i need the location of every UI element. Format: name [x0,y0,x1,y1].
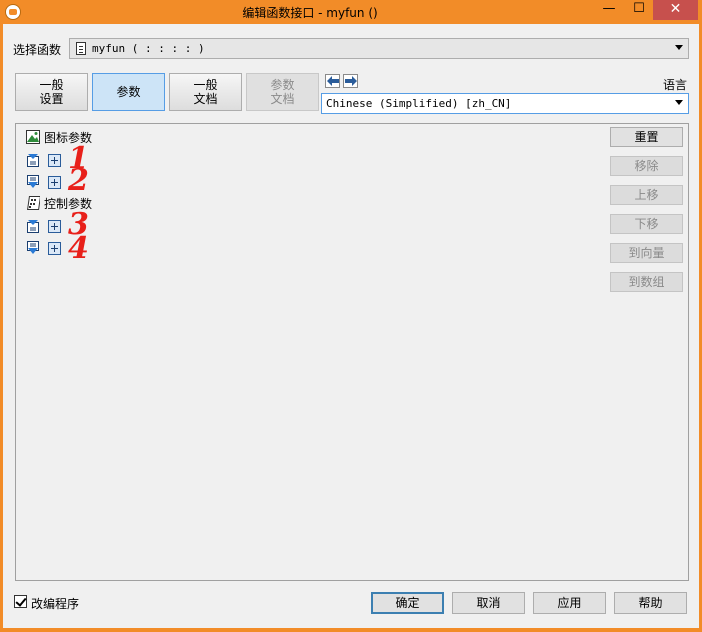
minimize-button[interactable]: — [596,0,622,20]
tab-general-docs-label: 一般 文档 [193,78,218,106]
tree-item-output-control[interactable] [26,239,61,257]
tab-parameters-label: 参数 [116,85,141,99]
tab-general-settings[interactable]: 一般 设置 [15,73,88,111]
to-array-button[interactable]: 到数组 [610,272,683,292]
ok-button[interactable]: 确定 [371,592,444,614]
move-up-button[interactable]: 上移 [610,185,683,205]
parameters-panel: 图标参数 控制参数 1 2 3 4 重置 移除 上移 下移 到向量 到数组 [15,123,689,581]
tree-item-input-control[interactable] [26,217,61,235]
chevron-down-icon[interactable] [675,45,683,50]
add-parameter-icon[interactable] [48,153,61,167]
iconic-parameter-icon [26,130,40,144]
annotation-number: 4 [68,231,89,266]
remove-button[interactable]: 移除 [610,156,683,176]
to-vector-button[interactable]: 到向量 [610,243,683,263]
output-parameter-icon [26,175,40,189]
tab-general-settings-label: 一般 设置 [39,78,64,106]
add-parameter-icon[interactable] [48,241,61,255]
function-select-dropdown[interactable]: myfun ( : : : : ) [69,38,689,59]
dialog-client-area: 选择函数 myfun ( : : : : ) 一般 设置 参数 一般 文档 参数… [3,24,699,628]
language-value: Chinese (Simplified) [zh_CN] [326,97,512,110]
window-title: 编辑函数接口 - myfun () [242,6,378,20]
add-parameter-icon[interactable] [48,175,61,189]
arrow-right-icon[interactable] [343,74,358,88]
modify-program-checkbox[interactable] [14,595,27,608]
tree-item-output-iconic[interactable] [26,173,61,191]
language-label: 语言 [663,78,688,92]
input-parameter-icon [26,219,40,233]
help-button[interactable]: 帮助 [614,592,687,614]
maximize-button[interactable]: ☐ [626,0,652,20]
dialog-window: 编辑函数接口 - myfun () — ☐ ✕ 选择函数 myfun ( : :… [0,0,702,632]
reset-button[interactable]: 重置 [610,127,683,147]
tab-general-docs[interactable]: 一般 文档 [169,73,242,111]
tab-parameter-docs-label: 参数 文档 [270,78,295,106]
output-parameter-icon [26,241,40,255]
tab-parameters[interactable]: 参数 [92,73,165,111]
apply-button[interactable]: 应用 [533,592,606,614]
language-dropdown[interactable]: Chinese (Simplified) [zh_CN] [321,93,689,114]
modify-program-label[interactable]: 改编程序 [31,595,79,612]
function-select-value: myfun ( : : : : ) [92,42,205,55]
move-down-button[interactable]: 下移 [610,214,683,234]
cancel-button[interactable]: 取消 [452,592,525,614]
tree-item-input-iconic[interactable] [26,151,61,169]
chevron-down-icon[interactable] [675,100,683,105]
close-button[interactable]: ✕ [653,0,698,20]
add-parameter-icon[interactable] [48,219,61,233]
control-parameter-icon [26,196,41,210]
tab-parameter-docs: 参数 文档 [246,73,319,111]
arrow-left-icon[interactable] [325,74,340,88]
title-bar[interactable]: 编辑函数接口 - myfun () — ☐ ✕ [0,0,702,24]
function-select-label: 选择函数 [13,43,62,57]
input-parameter-icon [26,153,40,167]
annotation-number: 2 [68,163,89,198]
procedure-doc-icon [76,42,86,55]
